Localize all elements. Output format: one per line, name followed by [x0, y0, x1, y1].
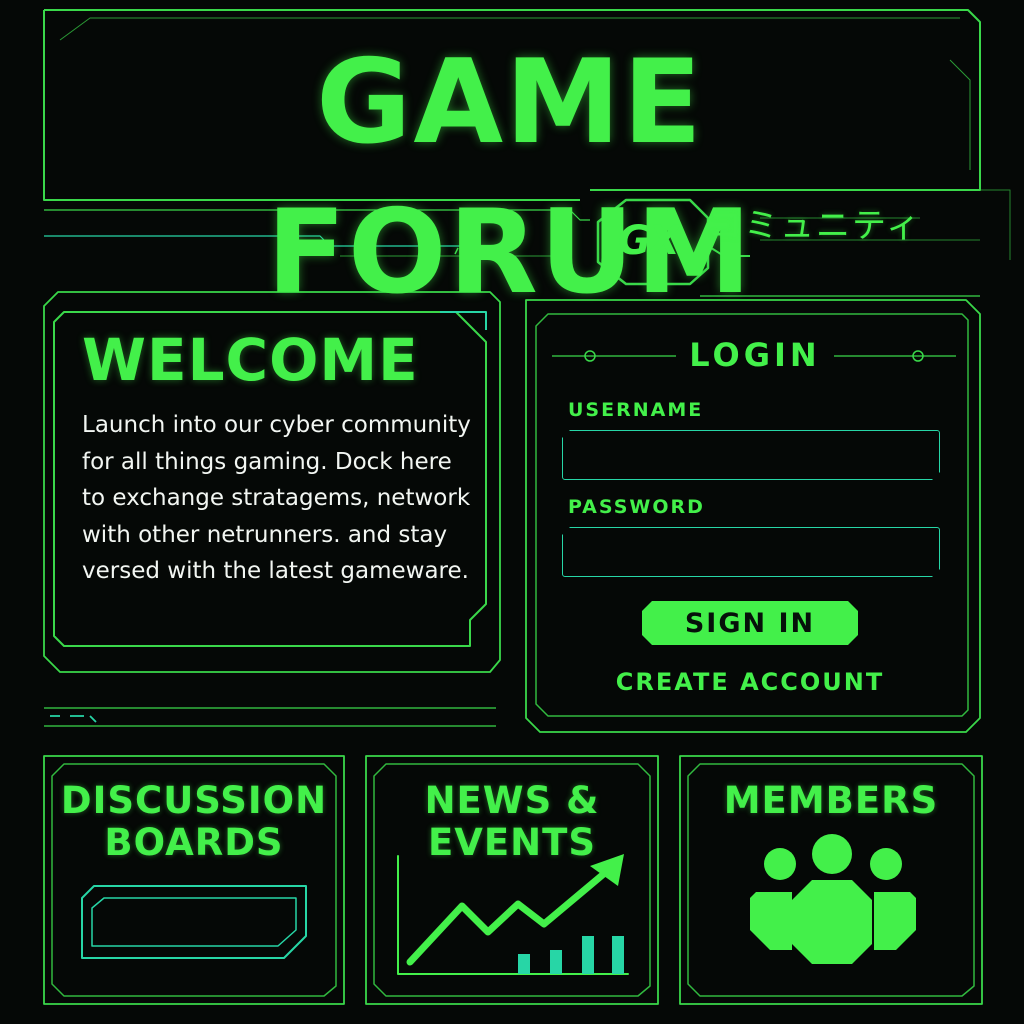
sign-in-button[interactable]: SIGN IN — [642, 601, 858, 645]
username-label: USERNAME — [568, 399, 704, 421]
discussion-title-line2: BOARDS — [104, 821, 284, 864]
password-label: PASSWORD — [568, 496, 705, 518]
login-heading: LOGIN — [689, 336, 821, 374]
community-subtitle: コミュニティ — [708, 206, 922, 246]
welcome-text: Launch into our cyber community for all … — [82, 412, 471, 584]
welcome-heading: WELCOME — [82, 326, 419, 394]
gx-logo-text: GX — [618, 218, 680, 264]
trend-chart-icon — [397, 854, 629, 975]
panel-icon — [81, 885, 307, 959]
community-logo[interactable]: GX コミュニティ — [596, 198, 926, 288]
create-account-link[interactable]: CREATE ACCOUNT — [600, 668, 900, 696]
group-icon — [750, 834, 916, 964]
news-title-line1: NEWS & — [424, 779, 600, 822]
discussion-boards-title: DISCUSSION BOARDS — [44, 780, 344, 864]
username-field[interactable] — [562, 430, 940, 480]
password-field[interactable] — [562, 527, 940, 577]
members-title: MEMBERS — [723, 779, 939, 822]
discussion-title-line1: DISCUSSION — [60, 779, 328, 822]
